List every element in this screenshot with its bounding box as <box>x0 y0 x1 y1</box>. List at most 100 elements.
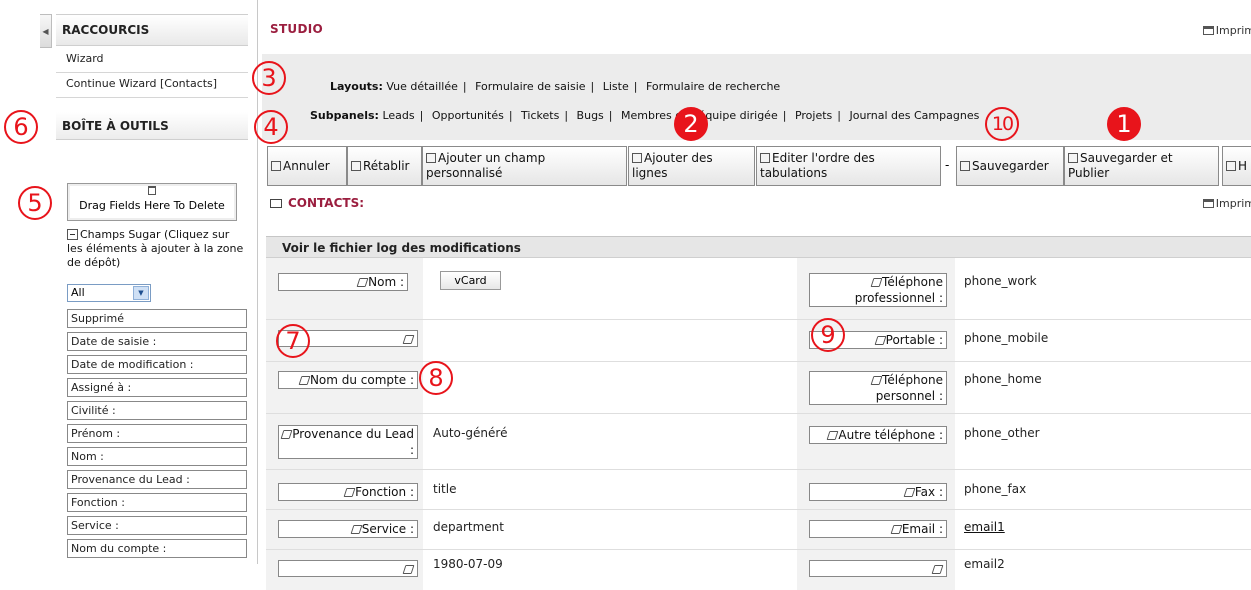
save-label: Sauvegarder <box>972 159 1049 173</box>
trash-icon <box>148 186 156 195</box>
print-link[interactable]: Imprim <box>1202 24 1251 37</box>
add-rows-button[interactable]: Ajouter des lignes <box>628 146 755 186</box>
form-row: Portable : phone_mobile <box>266 320 1251 362</box>
field-value-phone-work: phone_work <box>964 274 1037 288</box>
field-label-name[interactable]: Nom : <box>278 273 408 291</box>
save-publish-label: Sauvegarder et Publier <box>1068 151 1173 180</box>
field-label-department[interactable]: Service : <box>278 520 418 538</box>
field-label-account-name[interactable]: Nom du compte : <box>278 371 418 389</box>
shortcuts-title-text: RACCOURCIS <box>62 23 150 37</box>
studio-main: STUDIO Imprim Layouts: Vue détaillée | Fo… <box>262 0 1251 590</box>
field-value-fax: phone_fax <box>964 482 1027 496</box>
annotation-marker-2: 2 <box>674 107 708 141</box>
redo-button[interactable]: Rétablir <box>347 146 422 186</box>
save-publish-button[interactable]: Sauvegarder et Publier <box>1064 146 1219 186</box>
field-item[interactable]: Civilité : <box>67 401 247 420</box>
help-button[interactable]: H <box>1222 146 1251 186</box>
undo-icon <box>271 161 281 171</box>
field-item[interactable]: Nom : <box>67 447 247 466</box>
contacts-title-text: CONTACTS: <box>288 196 365 210</box>
field-label-phone-work[interactable]: Téléphone professionnel : <box>809 273 947 307</box>
toolbar-separator: - <box>945 158 950 172</box>
field-item[interactable]: Fonction : <box>67 493 247 512</box>
annotation-marker-5: 5 <box>18 186 52 220</box>
redo-label: Rétablir <box>363 159 410 173</box>
annotation-marker-1: 1 <box>1107 107 1141 141</box>
edit-tab-order-button[interactable]: Editer l'ordre des tabulations <box>756 146 941 186</box>
form-row: Fonction : title Fax : phone_fax <box>266 470 1251 510</box>
change-log-link[interactable]: Voir le fichier log des modifications <box>266 236 1251 258</box>
field-value-department: department <box>433 520 504 534</box>
printer-icon <box>1202 199 1214 208</box>
edit-tab-order-label: Editer l'ordre des tabulations <box>760 151 875 180</box>
sugar-fields-label: Champs Sugar (Cliquez sur les éléments à… <box>67 228 244 269</box>
field-label-email2[interactable] <box>809 560 947 577</box>
subpanel-link-bugs[interactable]: Bugs <box>577 109 604 122</box>
add-rows-label: Ajouter des lignes <box>632 151 713 180</box>
redo-icon <box>351 161 361 171</box>
field-item[interactable]: Date de modification : <box>67 355 247 374</box>
available-fields-list: Supprimé Date de saisie : Date de modifi… <box>67 309 247 562</box>
annotation-marker-4: 4 <box>254 110 288 144</box>
field-value-email[interactable]: email1 <box>964 520 1005 534</box>
subpanel-link-campaigns[interactable]: Journal des Campagnes <box>849 109 979 122</box>
subpanel-link-leads[interactable]: Leads <box>382 109 414 122</box>
field-label-phone-other[interactable]: Autre téléphone : <box>809 426 947 444</box>
field-label-email[interactable]: Email : <box>809 520 947 538</box>
layout-link-edit[interactable]: Formulaire de saisie <box>475 80 585 93</box>
field-value-title: title <box>433 482 457 496</box>
field-label-title[interactable]: Fonction : <box>278 483 418 501</box>
chevron-down-icon[interactable]: ▼ <box>133 286 149 300</box>
delete-drop-zone[interactable]: Drag Fields Here To Delete <box>67 183 237 221</box>
field-item[interactable]: Assigné à : <box>67 378 247 397</box>
pencil-icon <box>350 525 363 534</box>
contacts-title: CONTACTS: <box>270 196 364 210</box>
collapse-sidebar-icon[interactable]: ◀ <box>40 14 52 48</box>
field-label-lead-source[interactable]: Provenance du Lead : <box>278 425 418 459</box>
delete-zone-label: Drag Fields Here To Delete <box>79 199 225 212</box>
shortcut-wizard[interactable]: Wizard <box>56 48 248 73</box>
form-row: Nom : vCard Téléphone professionnel : ph… <box>266 258 1251 320</box>
field-label-fax[interactable]: Fax : <box>809 483 947 501</box>
layout-link-detail[interactable]: Vue détaillée <box>386 80 458 93</box>
pencil-icon <box>402 335 415 344</box>
pencil-icon <box>870 278 883 287</box>
field-filter-select[interactable]: All ▼ <box>67 284 151 302</box>
layout-link-search[interactable]: Formulaire de recherche <box>646 80 780 93</box>
vcard-button[interactable]: vCard <box>440 271 501 290</box>
help-label: H <box>1238 159 1248 173</box>
field-value-phone-home: phone_home <box>964 372 1042 386</box>
sugar-fields-toggle[interactable]: Champs Sugar (Cliquez sur les éléments à… <box>67 228 247 270</box>
field-label-birthdate[interactable] <box>278 560 418 577</box>
shortcut-continue-wizard[interactable]: Continue Wizard [Contacts] <box>56 73 248 98</box>
left-sidebar: ◀ RACCOURCIS Wizard Continue Wizard [Con… <box>0 0 258 564</box>
save-button[interactable]: Sauvegarder <box>956 146 1064 186</box>
collapse-minus-icon[interactable] <box>67 229 78 240</box>
annotation-marker-10: 10 <box>985 107 1019 141</box>
save-icon <box>960 161 970 171</box>
field-label-phone-home[interactable]: Téléphone personnel : <box>809 371 947 405</box>
subpanel-link-opportunities[interactable]: Opportunités <box>432 109 504 122</box>
subpanels-label: Subpanels: <box>310 109 379 122</box>
subpanel-link-tickets[interactable]: Tickets <box>521 109 559 122</box>
field-item[interactable]: Provenance du Lead : <box>67 470 247 489</box>
field-item[interactable]: Nom du compte : <box>67 539 247 558</box>
add-custom-field-button[interactable]: Ajouter un champ personnalisé <box>422 146 627 186</box>
field-item[interactable]: Supprimé <box>67 309 247 328</box>
field-item[interactable]: Date de saisie : <box>67 332 247 351</box>
layout-link-list[interactable]: Liste <box>603 80 629 93</box>
print-link-contacts[interactable]: Imprim <box>1202 197 1251 210</box>
annotation-marker-8: 8 <box>419 361 453 395</box>
studio-title: STUDIO <box>270 22 323 36</box>
add-custom-field-label: Ajouter un champ personnalisé <box>426 151 546 180</box>
form-row: 1980-07-09 email2 <box>266 550 1251 590</box>
printer-icon <box>1202 26 1214 35</box>
annotation-marker-6: 6 <box>4 110 38 144</box>
field-item[interactable]: Prénom : <box>67 424 247 443</box>
toolbox-title: BOÎTE À OUTILS <box>62 119 169 133</box>
subpanel-link-projects[interactable]: Projets <box>795 109 832 122</box>
layouts-row: Layouts: Vue détaillée | Formulaire de sa… <box>330 80 781 93</box>
field-item[interactable]: Service : <box>67 516 247 535</box>
cancel-button[interactable]: Annuler <box>267 146 347 186</box>
field-value-phone-other: phone_other <box>964 426 1040 440</box>
